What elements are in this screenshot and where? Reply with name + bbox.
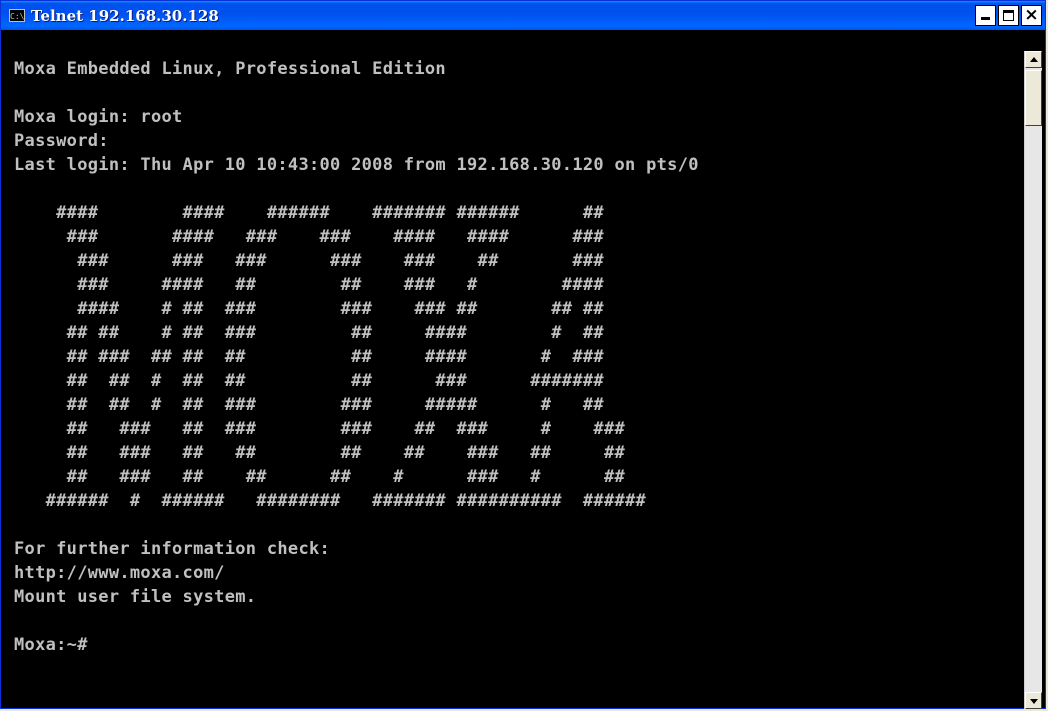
console-icon[interactable]: C:\	[9, 9, 25, 22]
maximize-button[interactable]	[998, 5, 1019, 26]
terminal-line: ## ### ## ## ## # ### # ##	[14, 467, 626, 487]
terminal-line: ###### # ###### ######## ####### #######…	[14, 491, 647, 511]
terminal-line: Mount user file system.	[14, 587, 257, 607]
scroll-down-button[interactable]	[1025, 692, 1042, 709]
terminal-line: ### ### ### ### ### ## ###	[14, 251, 604, 271]
terminal-line: Password:	[14, 131, 109, 151]
terminal-line: http://www.moxa.com/	[14, 563, 225, 583]
scroll-up-button[interactable]	[1025, 51, 1042, 68]
terminal-line: For further information check:	[14, 539, 331, 559]
terminal-line: Moxa:~#	[14, 635, 88, 655]
telnet-window: C:\ Telnet 192.168.30.128 × Moxa Embedde…	[0, 0, 1046, 709]
scrollbar-thumb[interactable]	[1025, 70, 1042, 126]
minimize-button[interactable]	[975, 5, 996, 26]
terminal-line: #### # ## ### ### ### ## ## ##	[14, 299, 604, 319]
terminal-line: Moxa Embedded Linux, Professional Editio…	[14, 59, 446, 79]
window-controls: ×	[975, 5, 1042, 26]
terminal-line: ## ### ## ### ### ## ### # ###	[14, 419, 626, 439]
terminal-line: ### #### ## ## ### # ####	[14, 275, 604, 295]
title-bar[interactable]: C:\ Telnet 192.168.30.128 ×	[1, 1, 1045, 30]
vertical-scrollbar[interactable]	[1024, 51, 1042, 709]
terminal-line: ## ## # ## ### ## #### # ##	[14, 323, 604, 343]
terminal-line: ## ## # ## ## ## ### #######	[14, 371, 604, 391]
terminal-output[interactable]: Moxa Embedded Linux, Professional Editio…	[14, 30, 1019, 708]
terminal-line: #### #### ###### ####### ###### ##	[14, 203, 604, 223]
terminal-line: Moxa login: root	[14, 107, 183, 127]
terminal-line: ## ## # ## ### ### ##### # ##	[14, 395, 604, 415]
terminal-line: ## ### ## ## ## ## #### # ###	[14, 347, 604, 367]
close-button[interactable]: ×	[1021, 5, 1042, 26]
terminal-line: ## ### ## ## ## ## ### ## ##	[14, 443, 626, 463]
window-title: Telnet 192.168.30.128	[31, 6, 219, 25]
terminal-line: ### #### ### ### #### #### ###	[14, 227, 604, 247]
terminal-line: Last login: Thu Apr 10 10:43:00 2008 fro…	[14, 155, 699, 175]
terminal-text: Moxa Embedded Linux, Professional Editio…	[14, 30, 1019, 657]
